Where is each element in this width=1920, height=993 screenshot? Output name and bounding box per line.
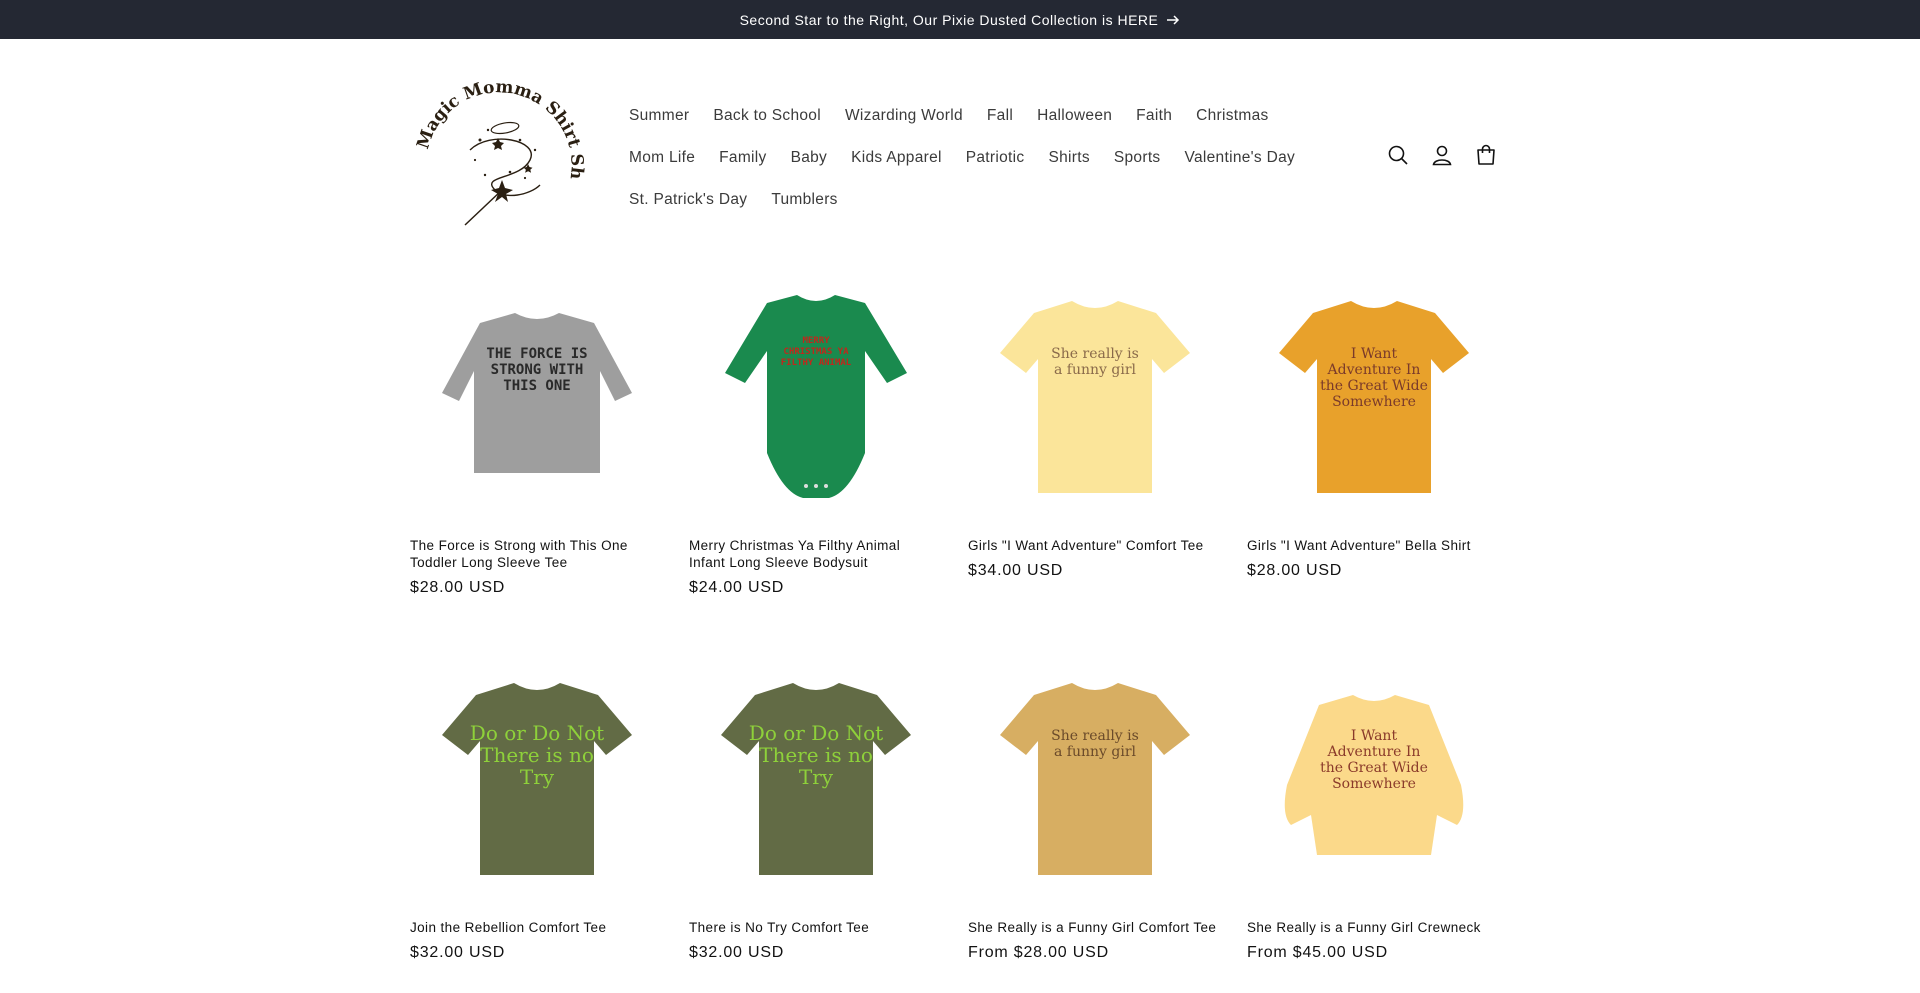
print-text: She really is a funny girl — [1051, 728, 1139, 760]
product-image-wrap[interactable]: Do or Do Not There is no Try — [689, 655, 943, 905]
search-icon[interactable] — [1385, 142, 1411, 168]
product-price: From $45.00 USD — [1247, 944, 1388, 961]
product-image: I Want Adventure In the Great Wide Somewher… — [1284, 695, 1464, 855]
product-card[interactable]: THE FORCE IS STRONG WITH THIS ONE The Forc… — [410, 270, 664, 650]
product-card[interactable]: Do or Do Not There is no Try Join the Rebe… — [410, 655, 664, 985]
product-image: MERRY CHRISTMAS YA FILTHY ANIMAL — [725, 294, 907, 498]
arrow-right-icon — [1167, 14, 1180, 25]
product-image: She really is a funny girl — [1000, 300, 1190, 493]
product-image: Do or Do Not There is no Try — [442, 683, 632, 875]
product-image-wrap[interactable]: She really is a funny girl — [968, 655, 1222, 905]
nav-row-2: Mom Life Family Baby Kids Apparel Patrio… — [617, 137, 1337, 179]
product-card[interactable]: I Want Adventure In the Great Wide Somewher… — [1247, 270, 1501, 650]
product-price: $28.00 USD — [410, 579, 506, 596]
nav-item-valentines-day[interactable]: Valentine's Day — [1172, 149, 1307, 167]
nav-item-patriotic[interactable]: Patriotic — [954, 149, 1037, 167]
nav-item-tumblers[interactable]: Tumblers — [759, 191, 849, 209]
product-title[interactable]: She Really is a Funny Girl Comfort Tee — [968, 919, 1218, 936]
nav-item-christmas[interactable]: Christmas — [1184, 107, 1280, 125]
product-card[interactable]: She really is a funny girl Girls "I Want … — [968, 270, 1222, 650]
header-icons — [1385, 142, 1499, 168]
product-title[interactable]: The Force is Strong with This One Toddle… — [410, 537, 660, 571]
product-image-wrap[interactable]: THE FORCE IS STRONG WITH THIS ONE — [410, 270, 664, 525]
product-title[interactable]: There is No Try Comfort Tee — [689, 919, 939, 936]
svg-text:Magic Momma Shirt Shop: Magic Momma Shirt Shop — [410, 80, 587, 180]
product-title[interactable]: Girls "I Want Adventure" Comfort Tee — [968, 537, 1218, 554]
logo-image: Magic Momma Shirt Shop — [404, 65, 587, 226]
nav-item-wizarding-world[interactable]: Wizarding World — [833, 107, 975, 125]
product-image: I Want Adventure In the Great Wide Somewher… — [1279, 300, 1469, 493]
account-icon[interactable] — [1429, 142, 1455, 168]
product-image-wrap[interactable]: I Want Adventure In the Great Wide Somewher… — [1247, 655, 1501, 905]
product-price: $28.00 USD — [1247, 562, 1343, 579]
product-grid-row-2: Do or Do Not There is no Try Join the Rebe… — [410, 655, 1501, 985]
nav-item-back-to-school[interactable]: Back to School — [701, 107, 833, 125]
nav-item-summer[interactable]: Summer — [617, 107, 701, 125]
nav-item-halloween[interactable]: Halloween — [1025, 107, 1124, 125]
product-price: $32.00 USD — [410, 944, 506, 961]
product-image: She really is a funny girl — [1000, 683, 1190, 875]
main-navigation: Summer Back to School Wizarding World Fa… — [617, 95, 1337, 221]
product-grid: THE FORCE IS STRONG WITH THIS ONE The Forc… — [410, 270, 1510, 650]
product-card[interactable]: Do or Do Not There is no Try There is No T… — [689, 655, 943, 985]
product-title[interactable]: Girls "I Want Adventure" Bella Shirt — [1247, 537, 1497, 554]
nav-item-fall[interactable]: Fall — [975, 107, 1025, 125]
product-card[interactable]: I Want Adventure In the Great Wide Somewher… — [1247, 655, 1501, 985]
product-title[interactable]: She Really is a Funny Girl Crewneck — [1247, 919, 1497, 936]
product-image: THE FORCE IS STRONG WITH THIS ONE — [442, 312, 632, 473]
product-title[interactable]: Join the Rebellion Comfort Tee — [410, 919, 660, 936]
product-image: Do or Do Not There is no Try — [721, 683, 911, 875]
nav-item-sports[interactable]: Sports — [1102, 149, 1173, 167]
product-price: $34.00 USD — [968, 562, 1064, 579]
announcement-link[interactable]: Second Star to the Right, Our Pixie Dust… — [740, 12, 1181, 28]
product-image-wrap[interactable]: She really is a funny girl — [968, 270, 1222, 525]
nav-item-kids-apparel[interactable]: Kids Apparel — [839, 149, 954, 167]
product-title[interactable]: Merry Christmas Ya Filthy Animal Infant … — [689, 537, 939, 571]
nav-row-3: St. Patrick's Day Tumblers — [617, 179, 1337, 221]
announcement-text: Second Star to the Right, Our Pixie Dust… — [739, 11, 1159, 28]
cart-icon[interactable] — [1473, 142, 1499, 168]
product-card[interactable]: She really is a funny girl She Really is … — [968, 655, 1222, 985]
nav-item-faith[interactable]: Faith — [1124, 107, 1184, 125]
product-card[interactable]: MERRY CHRISTMAS YA FILTHY ANIMAL Merry Chr… — [689, 270, 943, 650]
product-price: From $28.00 USD — [968, 944, 1109, 961]
nav-item-family[interactable]: Family — [707, 149, 778, 167]
product-image-wrap[interactable]: MERRY CHRISTMAS YA FILTHY ANIMAL — [689, 270, 943, 525]
nav-item-st-patricks-day[interactable]: St. Patrick's Day — [617, 191, 759, 209]
product-price: $32.00 USD — [689, 944, 785, 961]
print-text: She really is a funny girl — [1051, 346, 1139, 378]
announcement-bar: Second Star to the Right, Our Pixie Dust… — [0, 0, 1920, 39]
product-image-wrap[interactable]: Do or Do Not There is no Try — [410, 655, 664, 905]
nav-item-baby[interactable]: Baby — [779, 149, 840, 167]
nav-item-shirts[interactable]: Shirts — [1036, 149, 1101, 167]
store-logo[interactable]: Magic Momma Shirt Shop — [404, 65, 590, 230]
product-image-wrap[interactable]: I Want Adventure In the Great Wide Somewher… — [1247, 270, 1501, 525]
nav-item-mom-life[interactable]: Mom Life — [617, 149, 707, 167]
product-price: $24.00 USD — [689, 579, 785, 596]
nav-row-1: Summer Back to School Wizarding World Fa… — [617, 95, 1337, 137]
